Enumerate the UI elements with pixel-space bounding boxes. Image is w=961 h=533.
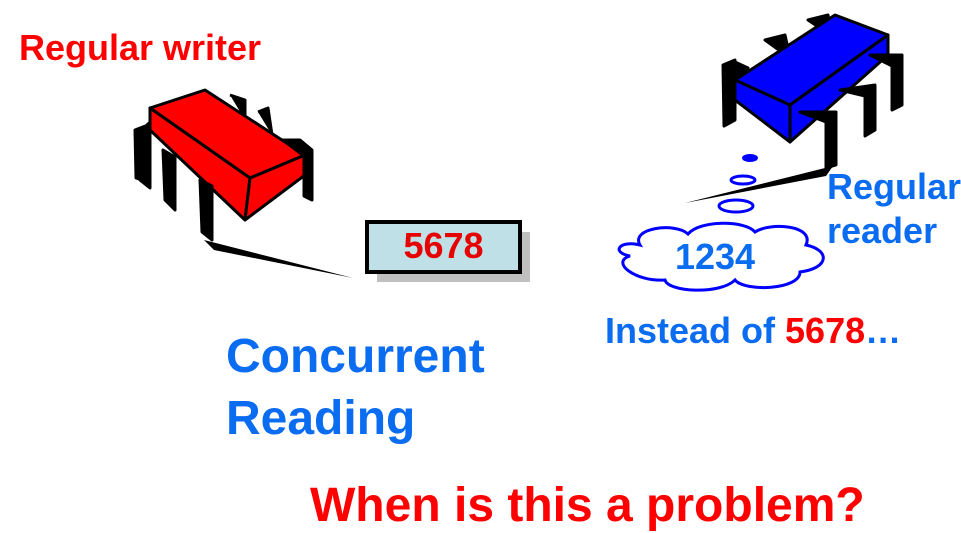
reader-pointer: [685, 166, 833, 203]
question-text: When is this a problem?: [310, 479, 865, 532]
writer-pointer: [204, 240, 353, 278]
reader-label-line1: Regular: [827, 166, 961, 207]
thought-dot-medium: [729, 174, 757, 186]
reader-chip-icon: [721, 13, 904, 170]
reader-label-line2: reader: [827, 210, 938, 251]
instead-suffix: …: [865, 310, 902, 351]
title-line1: Concurrent: [226, 330, 485, 383]
instead-of-note: Instead of 5678…: [605, 310, 901, 352]
concurrent-reading-title: Concurrent Reading: [226, 326, 485, 450]
instead-value: 5678: [785, 310, 866, 351]
register-value: 5678: [403, 225, 484, 266]
thought-value: 1234: [674, 236, 756, 277]
reader-label: Regular reader: [827, 165, 961, 253]
thought-dot-large: [717, 198, 755, 214]
instead-prefix: Instead of: [605, 310, 786, 351]
thought-dot-small: [742, 154, 758, 162]
title-line2: Reading: [226, 392, 416, 445]
writer-label: Regular writer: [19, 27, 262, 68]
writer-chip-icon: [133, 88, 314, 242]
